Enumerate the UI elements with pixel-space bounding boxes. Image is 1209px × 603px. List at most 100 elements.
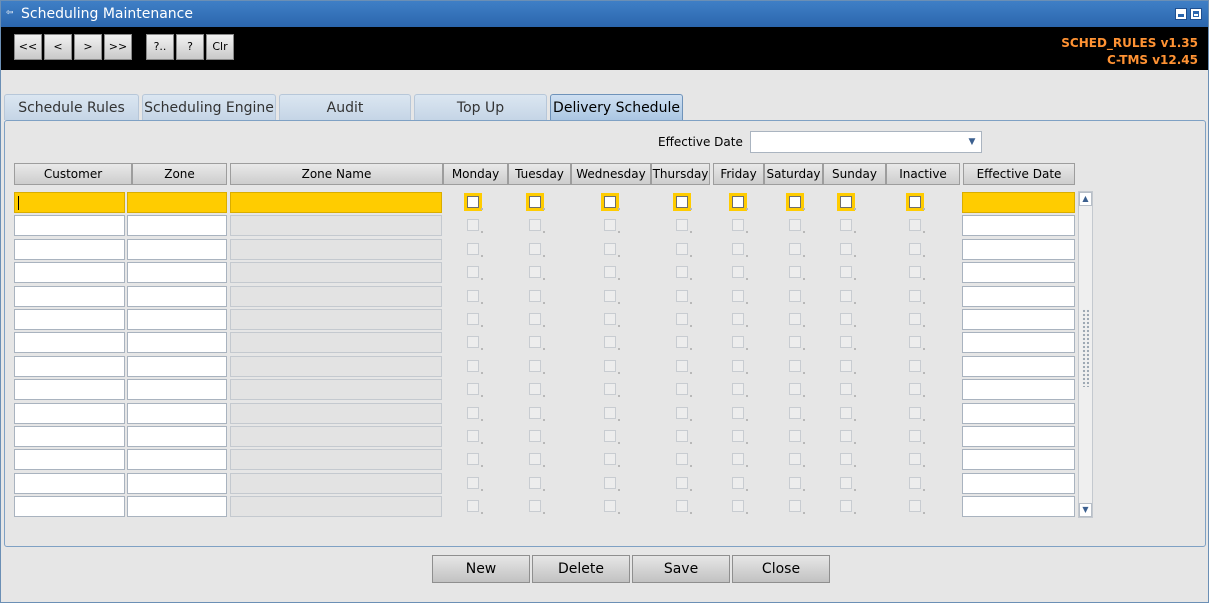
effective-date-cell[interactable]	[962, 403, 1075, 424]
saturday-checkbox	[789, 243, 801, 255]
zone-cell[interactable]	[127, 262, 227, 283]
customer-cell[interactable]	[14, 332, 125, 353]
maximize-icon[interactable]	[1190, 8, 1202, 20]
inactive-checkbox	[909, 453, 921, 465]
effective-date-cell[interactable]	[962, 356, 1075, 377]
help-button[interactable]: ?	[176, 34, 204, 60]
zone-cell[interactable]	[127, 426, 227, 447]
zone-cell[interactable]	[127, 192, 227, 213]
first-record-button[interactable]: <<	[14, 34, 42, 60]
checkbox-marker	[543, 302, 545, 304]
saturday-checkbox	[789, 407, 801, 419]
zone-cell[interactable]	[127, 215, 227, 236]
effective-date-cell[interactable]	[962, 309, 1075, 330]
sunday-checkbox	[840, 336, 852, 348]
tab-audit[interactable]: Audit	[279, 94, 411, 120]
checkbox-marker	[923, 302, 925, 304]
grid-scrollbar[interactable]: ▲ ▼	[1078, 191, 1093, 518]
zone-cell[interactable]	[127, 286, 227, 307]
customer-cell[interactable]	[14, 192, 125, 213]
customer-cell[interactable]	[14, 473, 125, 494]
wednesday-checkbox	[604, 500, 616, 512]
inactive-checkbox	[909, 336, 921, 348]
sunday-checkbox[interactable]	[840, 196, 852, 208]
tab-scheduling-engine[interactable]: Scheduling Engine	[142, 94, 276, 120]
saturday-checkbox	[789, 219, 801, 231]
checkbox-marker	[618, 419, 620, 421]
effective-date-cell[interactable]	[962, 379, 1075, 400]
customer-cell[interactable]	[14, 215, 125, 236]
zone-cell[interactable]	[127, 379, 227, 400]
effective-date-label: Effective Date	[658, 135, 743, 149]
effective-date-select[interactable]: ▼	[750, 131, 982, 153]
wednesday-checkbox[interactable]	[604, 196, 616, 208]
clear-button[interactable]: Clr	[206, 34, 234, 60]
scroll-down-icon[interactable]: ▼	[1079, 503, 1092, 517]
effective-date-cell[interactable]	[962, 239, 1075, 260]
monday-checkbox[interactable]	[467, 196, 479, 208]
customer-cell[interactable]	[14, 262, 125, 283]
zone-cell[interactable]	[127, 332, 227, 353]
tab-delivery-schedule[interactable]: Delivery Schedule	[550, 94, 683, 121]
friday-checkbox	[732, 477, 744, 489]
saturday-checkbox	[789, 477, 801, 489]
customer-cell[interactable]	[14, 496, 125, 517]
customer-cell[interactable]	[14, 239, 125, 260]
customer-cell[interactable]	[14, 356, 125, 377]
zone-cell[interactable]	[127, 496, 227, 517]
tab-schedule-rules[interactable]: Schedule Rules	[4, 94, 139, 120]
tab-top-up[interactable]: Top Up	[414, 94, 547, 120]
zone-cell[interactable]	[127, 403, 227, 424]
friday-checkbox[interactable]	[732, 196, 744, 208]
tuesday-checkbox[interactable]	[529, 196, 541, 208]
effective-date-cell[interactable]	[962, 449, 1075, 470]
effective-date-cell[interactable]	[962, 332, 1075, 353]
effective-date-cell[interactable]	[962, 286, 1075, 307]
customer-cell[interactable]	[14, 426, 125, 447]
checkbox-marker	[854, 512, 856, 514]
saturday-checkbox[interactable]	[789, 196, 801, 208]
zone-cell[interactable]	[127, 473, 227, 494]
checkbox-marker	[481, 465, 483, 467]
effective-date-cell[interactable]	[962, 192, 1075, 213]
thursday-checkbox	[676, 290, 688, 302]
scroll-grip[interactable]	[1082, 309, 1089, 387]
checkbox-marker	[690, 419, 692, 421]
zone-name-cell	[230, 426, 442, 447]
new-button[interactable]: New	[432, 555, 530, 583]
customer-cell[interactable]	[14, 379, 125, 400]
query-button[interactable]: ?..	[146, 34, 174, 60]
friday-checkbox	[732, 500, 744, 512]
customer-cell[interactable]	[14, 449, 125, 470]
effective-date-cell[interactable]	[962, 262, 1075, 283]
dropdown-arrow-icon[interactable]: ▼	[965, 134, 979, 150]
next-record-button[interactable]: >	[74, 34, 102, 60]
checkbox-marker	[618, 489, 620, 491]
zone-cell[interactable]	[127, 239, 227, 260]
thursday-checkbox[interactable]	[676, 196, 688, 208]
tuesday-checkbox	[529, 383, 541, 395]
inactive-checkbox[interactable]	[909, 196, 921, 208]
checkbox-marker	[690, 512, 692, 514]
zone-cell[interactable]	[127, 309, 227, 330]
minimize-icon[interactable]	[1175, 8, 1187, 20]
last-record-button[interactable]: >>	[104, 34, 132, 60]
effective-date-cell[interactable]	[962, 496, 1075, 517]
effective-date-cell[interactable]	[962, 473, 1075, 494]
checkbox-marker	[543, 278, 545, 280]
customer-cell[interactable]	[14, 309, 125, 330]
previous-record-button[interactable]: <	[44, 34, 72, 60]
effective-date-cell[interactable]	[962, 426, 1075, 447]
save-button[interactable]: Save	[632, 555, 730, 583]
saturday-checkbox	[789, 430, 801, 442]
scroll-up-icon[interactable]: ▲	[1079, 192, 1092, 206]
delete-button[interactable]: Delete	[532, 555, 630, 583]
checkbox-marker	[746, 302, 748, 304]
zone-cell[interactable]	[127, 356, 227, 377]
close-button[interactable]: Close	[732, 555, 830, 583]
customer-cell[interactable]	[14, 286, 125, 307]
effective-date-cell[interactable]	[962, 215, 1075, 236]
zone-cell[interactable]	[127, 449, 227, 470]
customer-cell[interactable]	[14, 403, 125, 424]
checkbox-marker	[746, 489, 748, 491]
